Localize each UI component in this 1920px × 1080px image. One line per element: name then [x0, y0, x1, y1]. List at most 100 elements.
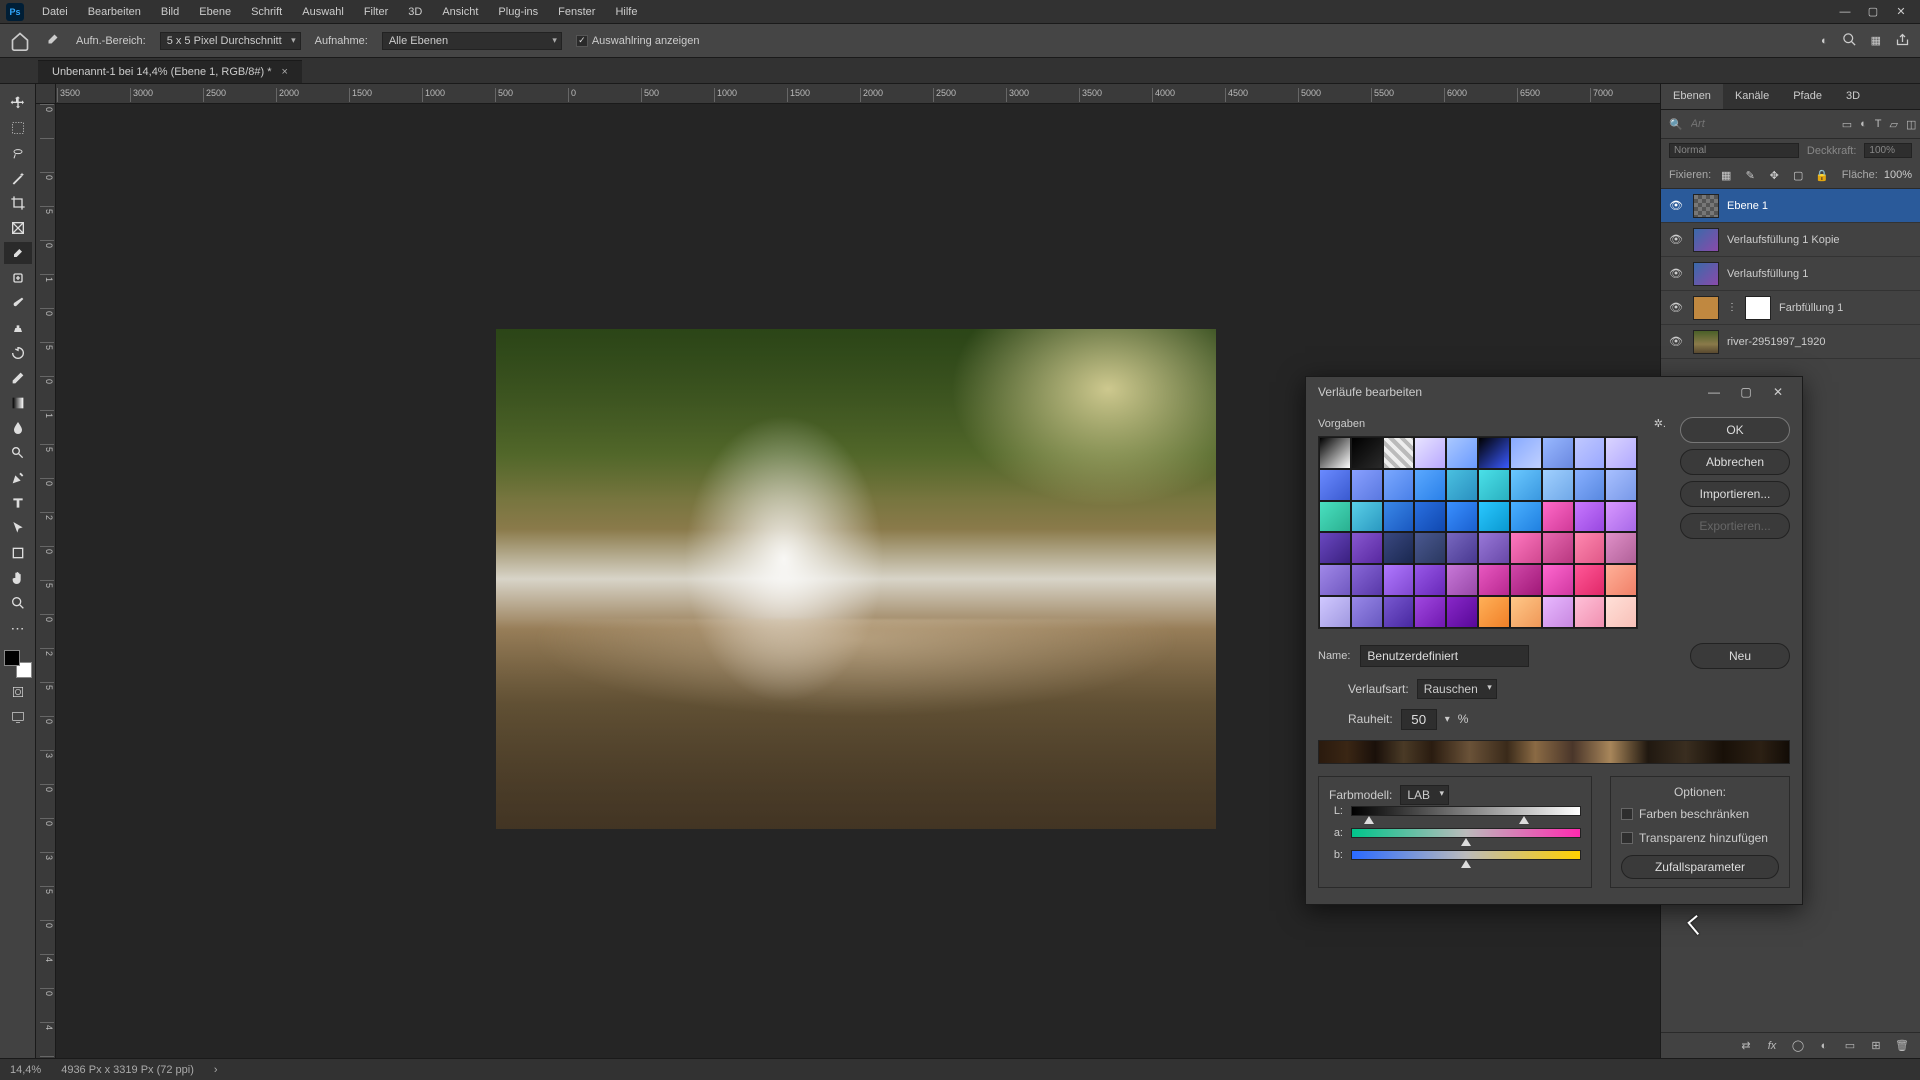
preset-swatch[interactable] [1351, 469, 1383, 501]
menu-bearbeiten[interactable]: Bearbeiten [78, 2, 151, 22]
window-minimize-icon[interactable]: — [1838, 5, 1852, 19]
preset-swatch[interactable] [1446, 564, 1478, 596]
lock-all-icon[interactable]: 🔒 [1813, 166, 1831, 184]
preset-swatch[interactable] [1478, 564, 1510, 596]
move-tool[interactable] [4, 92, 32, 114]
lasso-tool[interactable] [4, 142, 32, 164]
preset-swatch[interactable] [1414, 437, 1446, 469]
window-restore-icon[interactable]: ▢ [1866, 5, 1880, 19]
menu-ansicht[interactable]: Ansicht [432, 2, 488, 22]
preset-swatch[interactable] [1319, 596, 1351, 628]
preset-swatch[interactable] [1414, 501, 1446, 533]
roughness-input[interactable] [1401, 709, 1437, 730]
preset-swatch[interactable] [1574, 501, 1606, 533]
panel-tab-pfade[interactable]: Pfade [1781, 84, 1834, 109]
preset-swatch[interactable] [1478, 501, 1510, 533]
preset-swatch[interactable] [1319, 501, 1351, 533]
opacity-input[interactable]: 100% [1864, 143, 1912, 158]
preset-swatch[interactable] [1542, 501, 1574, 533]
preset-swatch[interactable] [1414, 469, 1446, 501]
filter-adjust-icon[interactable]: ◐ [1860, 116, 1867, 132]
blend-mode-select[interactable]: Normal [1669, 143, 1799, 158]
delete-layer-icon[interactable]: 🗑 [1894, 1038, 1910, 1054]
window-close-icon[interactable]: ✕ [1894, 5, 1908, 19]
marquee-tool[interactable] [4, 117, 32, 139]
preset-swatch[interactable] [1414, 532, 1446, 564]
preset-swatch[interactable] [1510, 469, 1542, 501]
ok-button[interactable]: OK [1680, 417, 1790, 443]
visibility-eye-icon[interactable]: 👁 [1669, 267, 1685, 280]
sample-source-select[interactable]: Alle Ebenen [382, 32, 562, 50]
channel-L-slider[interactable] [1351, 806, 1581, 816]
preset-swatch[interactable] [1574, 596, 1606, 628]
preset-swatch[interactable] [1319, 437, 1351, 469]
visibility-eye-icon[interactable]: 👁 [1669, 233, 1685, 246]
menu-schrift[interactable]: Schrift [241, 2, 292, 22]
preset-swatch[interactable] [1414, 596, 1446, 628]
menu-auswahl[interactable]: Auswahl [292, 2, 354, 22]
preset-swatch[interactable] [1542, 437, 1574, 469]
lock-position-icon[interactable]: ✥ [1765, 166, 1783, 184]
preset-swatch[interactable] [1605, 469, 1637, 501]
preset-swatch[interactable] [1446, 437, 1478, 469]
preset-swatch[interactable] [1542, 469, 1574, 501]
preset-swatch[interactable] [1446, 596, 1478, 628]
preset-swatch[interactable] [1542, 596, 1574, 628]
preset-swatch[interactable] [1478, 596, 1510, 628]
preset-swatch[interactable] [1510, 564, 1542, 596]
layer-mask-icon[interactable]: ◯ [1790, 1038, 1806, 1054]
layer-filter-input[interactable] [1691, 118, 1834, 130]
preset-swatch[interactable] [1478, 437, 1510, 469]
link-layers-icon[interactable]: ⇄ [1738, 1038, 1754, 1054]
menu-3d[interactable]: 3D [398, 2, 432, 22]
preset-swatch[interactable] [1605, 532, 1637, 564]
magic-wand-tool[interactable] [4, 167, 32, 189]
menu-bild[interactable]: Bild [151, 2, 189, 22]
import-button[interactable]: Importieren... [1680, 481, 1790, 507]
preset-swatch[interactable] [1542, 564, 1574, 596]
layer-row[interactable]: 👁Verlaufsfüllung 1 [1661, 257, 1920, 291]
visibility-eye-icon[interactable]: 👁 [1669, 335, 1685, 348]
close-tab-icon[interactable]: × [282, 66, 288, 78]
adjustment-layer-icon[interactable]: ◐ [1816, 1038, 1832, 1054]
color-model-select[interactable]: LAB [1400, 785, 1449, 805]
dialog-close-icon[interactable]: ✕ [1766, 382, 1790, 402]
add-transparency-checkbox[interactable]: Transparenz hinzufügen [1621, 831, 1779, 845]
layer-row[interactable]: 👁Ebene 1 [1661, 189, 1920, 223]
visibility-eye-icon[interactable]: 👁 [1669, 301, 1685, 314]
preset-swatch[interactable] [1574, 532, 1606, 564]
show-selection-checkbox[interactable]: ✓Auswahlring anzeigen [576, 35, 700, 47]
presets-gear-icon[interactable]: ✲. [1654, 417, 1666, 430]
healing-brush-tool[interactable] [4, 267, 32, 289]
menu-datei[interactable]: Datei [32, 2, 78, 22]
channel-a-slider[interactable] [1351, 828, 1581, 838]
menu-hilfe[interactable]: Hilfe [605, 2, 647, 22]
lock-image-icon[interactable]: ✎ [1741, 166, 1759, 184]
lock-artboard-icon[interactable]: ▢ [1789, 166, 1807, 184]
brush-tool[interactable] [4, 292, 32, 314]
preset-swatch[interactable] [1510, 596, 1542, 628]
preset-swatch[interactable] [1319, 532, 1351, 564]
preset-swatch[interactable] [1446, 501, 1478, 533]
new-preset-button[interactable]: Neu [1690, 643, 1790, 669]
ruler-origin[interactable] [36, 84, 56, 104]
preset-swatch[interactable] [1383, 564, 1415, 596]
preset-swatch[interactable] [1414, 564, 1446, 596]
hand-tool[interactable] [4, 567, 32, 589]
preset-swatch[interactable] [1383, 501, 1415, 533]
preset-swatch[interactable] [1510, 501, 1542, 533]
link-mask-icon[interactable]: ⋮ [1727, 302, 1737, 313]
filter-image-icon[interactable]: ▭ [1842, 116, 1852, 132]
panel-tab-ebenen[interactable]: Ebenen [1661, 84, 1723, 109]
status-more-icon[interactable]: › [214, 1064, 218, 1076]
preset-swatch[interactable] [1351, 437, 1383, 469]
home-icon[interactable] [10, 31, 30, 51]
share-icon[interactable] [1895, 32, 1910, 50]
preset-swatch[interactable] [1351, 501, 1383, 533]
clone-stamp-tool[interactable] [4, 317, 32, 339]
restrict-colors-checkbox[interactable]: Farben beschränken [1621, 807, 1779, 821]
randomize-button[interactable]: Zufallsparameter [1621, 855, 1779, 879]
crop-tool[interactable] [4, 192, 32, 214]
workspace-switcher-icon[interactable]: ▦ [1871, 34, 1881, 47]
filter-shape-icon[interactable]: ▱ [1890, 116, 1898, 132]
